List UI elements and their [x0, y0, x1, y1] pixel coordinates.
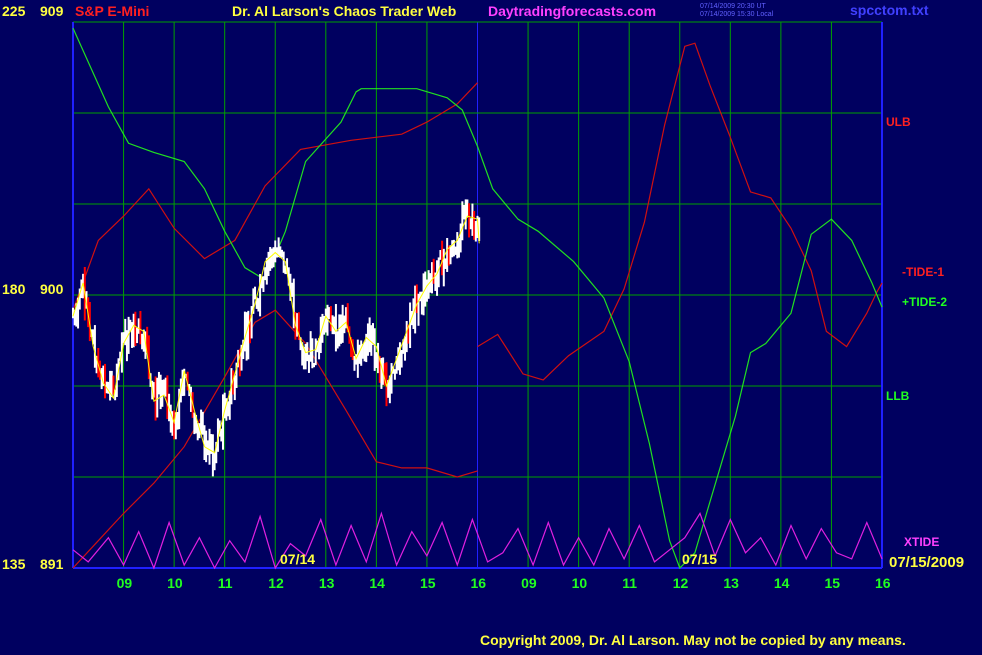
date-label-2: 07/15 [682, 551, 717, 567]
filename-label: spcctom.txt [850, 2, 929, 18]
chart-title: Dr. Al Larson's Chaos Trader Web [232, 3, 456, 19]
label-xtide: XTIDE [904, 535, 939, 549]
axis-price-top: 909 [40, 3, 64, 19]
axis-price-mid: 900 [40, 281, 64, 297]
x-tick-label: 14 [369, 575, 385, 591]
x-tick-label: 11 [622, 575, 637, 591]
date-label-3: 07/15/2009 [889, 554, 964, 571]
axis-index-top: 225 [2, 3, 26, 19]
chart-canvas: S&P E-Mini Dr. Al Larson's Chaos Trader … [0, 0, 982, 650]
copyright-notice: Copyright 2009, Dr. Al Larson. May not b… [480, 632, 906, 648]
x-tick-label: 10 [167, 575, 183, 591]
x-tick-label: 10 [572, 575, 588, 591]
x-tick-label: 16 [875, 575, 891, 591]
axis-index-bottom: 135 [2, 556, 26, 572]
x-tick-label: 15 [824, 575, 840, 591]
date-label-1: 07/14 [280, 551, 315, 567]
x-tick-label: 09 [521, 575, 537, 591]
label-tide2: +TIDE-2 [902, 295, 947, 309]
label-tide1: -TIDE-1 [902, 265, 944, 279]
x-tick-label: 09 [117, 575, 133, 591]
axis-price-bottom: 891 [40, 556, 64, 572]
label-llb: LLB [886, 389, 910, 403]
x-tick-label: 13 [723, 575, 739, 591]
x-tick-label: 15 [420, 575, 436, 591]
x-tick-label: 12 [268, 575, 284, 591]
timestamp-ut: 07/14/2009 20:30 UT [700, 3, 766, 10]
x-tick-label: 14 [774, 575, 790, 591]
axis-index-mid: 180 [2, 281, 26, 297]
timestamp-local: 07/14/2009 15:30 Local [700, 11, 774, 18]
symbol-label: S&P E-Mini [75, 3, 149, 19]
x-tick-label: 16 [471, 575, 487, 591]
x-tick-label: 12 [673, 575, 689, 591]
x-tick-label: 13 [319, 575, 335, 591]
label-ulb: ULB [886, 115, 911, 129]
x-tick-label: 11 [218, 575, 233, 591]
site-name[interactable]: Daytradingforecasts.com [488, 3, 656, 19]
chaos-trader-chart: S&P E-Mini Dr. Al Larson's Chaos Trader … [0, 0, 982, 650]
